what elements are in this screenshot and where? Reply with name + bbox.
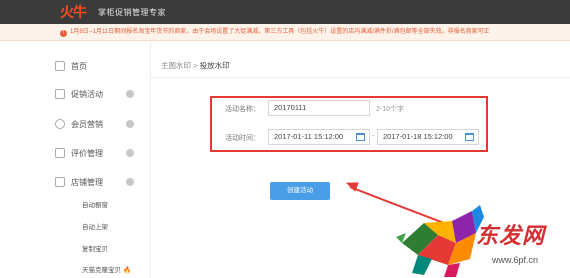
- activity-name-input[interactable]: 20170111: [268, 100, 370, 116]
- chevron-down-icon: [126, 178, 134, 186]
- time-separator: -: [372, 133, 375, 140]
- top-bar: 火牛 掌柜促销管理专家: [0, 0, 570, 24]
- sidebar-item-reviews[interactable]: 评价管理: [55, 142, 140, 164]
- sidebar-item-home[interactable]: 首页: [55, 55, 140, 77]
- notice-bar: ! 1月8日--1月11日期间报名淘宝年货节的商家，由于会场设置了大促满减，第三方…: [0, 24, 570, 41]
- comment-icon: [55, 148, 65, 158]
- sub-item-auto-window[interactable]: 自动橱窗: [82, 199, 108, 209]
- fire-icon: 🔥: [123, 267, 132, 274]
- calendar-icon[interactable]: [465, 133, 474, 141]
- sidebar-item-label: 评价管理: [71, 148, 103, 158]
- breadcrumb: 主图水印 > 投放水印: [161, 60, 230, 71]
- sidebar-item-shop[interactable]: 店铺管理: [55, 171, 140, 193]
- user-icon: [55, 119, 65, 129]
- chevron-right-icon: [126, 90, 134, 98]
- create-activity-button[interactable]: 创建活动: [270, 182, 330, 200]
- notice-text: 1月8日--1月11日期间报名淘宝年货节的商家，由于会场设置了大促满减，第三方工…: [70, 29, 490, 35]
- activity-name-label: 活动名称：: [225, 106, 260, 113]
- breadcrumb-current: 投放水印: [199, 61, 230, 70]
- watermark-url: www.6pf.cn: [492, 255, 539, 265]
- chevron-right-icon: [126, 149, 134, 157]
- warning-icon: !: [60, 30, 67, 37]
- sidebar-item-label: 促销活动: [71, 89, 103, 99]
- end-time-input[interactable]: 2017-01-18 15:12:00: [377, 129, 479, 145]
- sidebar-item-members[interactable]: 会员营销: [55, 113, 140, 135]
- shop-icon: [55, 177, 65, 187]
- home-icon: [55, 61, 65, 71]
- breadcrumb-separator: >: [193, 61, 198, 70]
- breadcrumb-parent[interactable]: 主图水印: [161, 61, 191, 70]
- start-time-value: 2017-01-11 15:12:00: [274, 132, 344, 141]
- start-time-input[interactable]: 2017-01-11 15:12:00: [268, 129, 370, 145]
- breadcrumb-divider: [151, 77, 570, 78]
- logo[interactable]: 火牛: [60, 2, 87, 22]
- sidebar-item-label: 首页: [71, 61, 87, 71]
- chevron-right-icon: [126, 120, 134, 128]
- sub-item-label: 天猫克隆宝贝: [82, 267, 121, 274]
- sub-item-auto-list[interactable]: 自动上架: [82, 221, 108, 231]
- sidebar-item-label: 店铺管理: [71, 177, 103, 187]
- activity-name-hint: 2-10个字: [376, 106, 405, 113]
- sub-item-tmall-clone[interactable]: 天猫克隆宝贝 🔥: [82, 264, 131, 274]
- watermark-brand: 东发网: [476, 223, 546, 248]
- logo-subtitle: 掌柜促销管理专家: [98, 7, 166, 17]
- activity-time-label: 活动时间：: [225, 135, 260, 142]
- sidebar-item-label: 会员营销: [71, 119, 103, 129]
- sidebar-item-promotions[interactable]: 促销活动: [55, 83, 140, 105]
- calendar-icon[interactable]: [356, 133, 365, 141]
- sub-item-copy-item[interactable]: 复制宝贝: [82, 243, 108, 253]
- tag-icon: [55, 89, 65, 99]
- end-time-value: 2017-01-18 15:12:00: [383, 132, 453, 141]
